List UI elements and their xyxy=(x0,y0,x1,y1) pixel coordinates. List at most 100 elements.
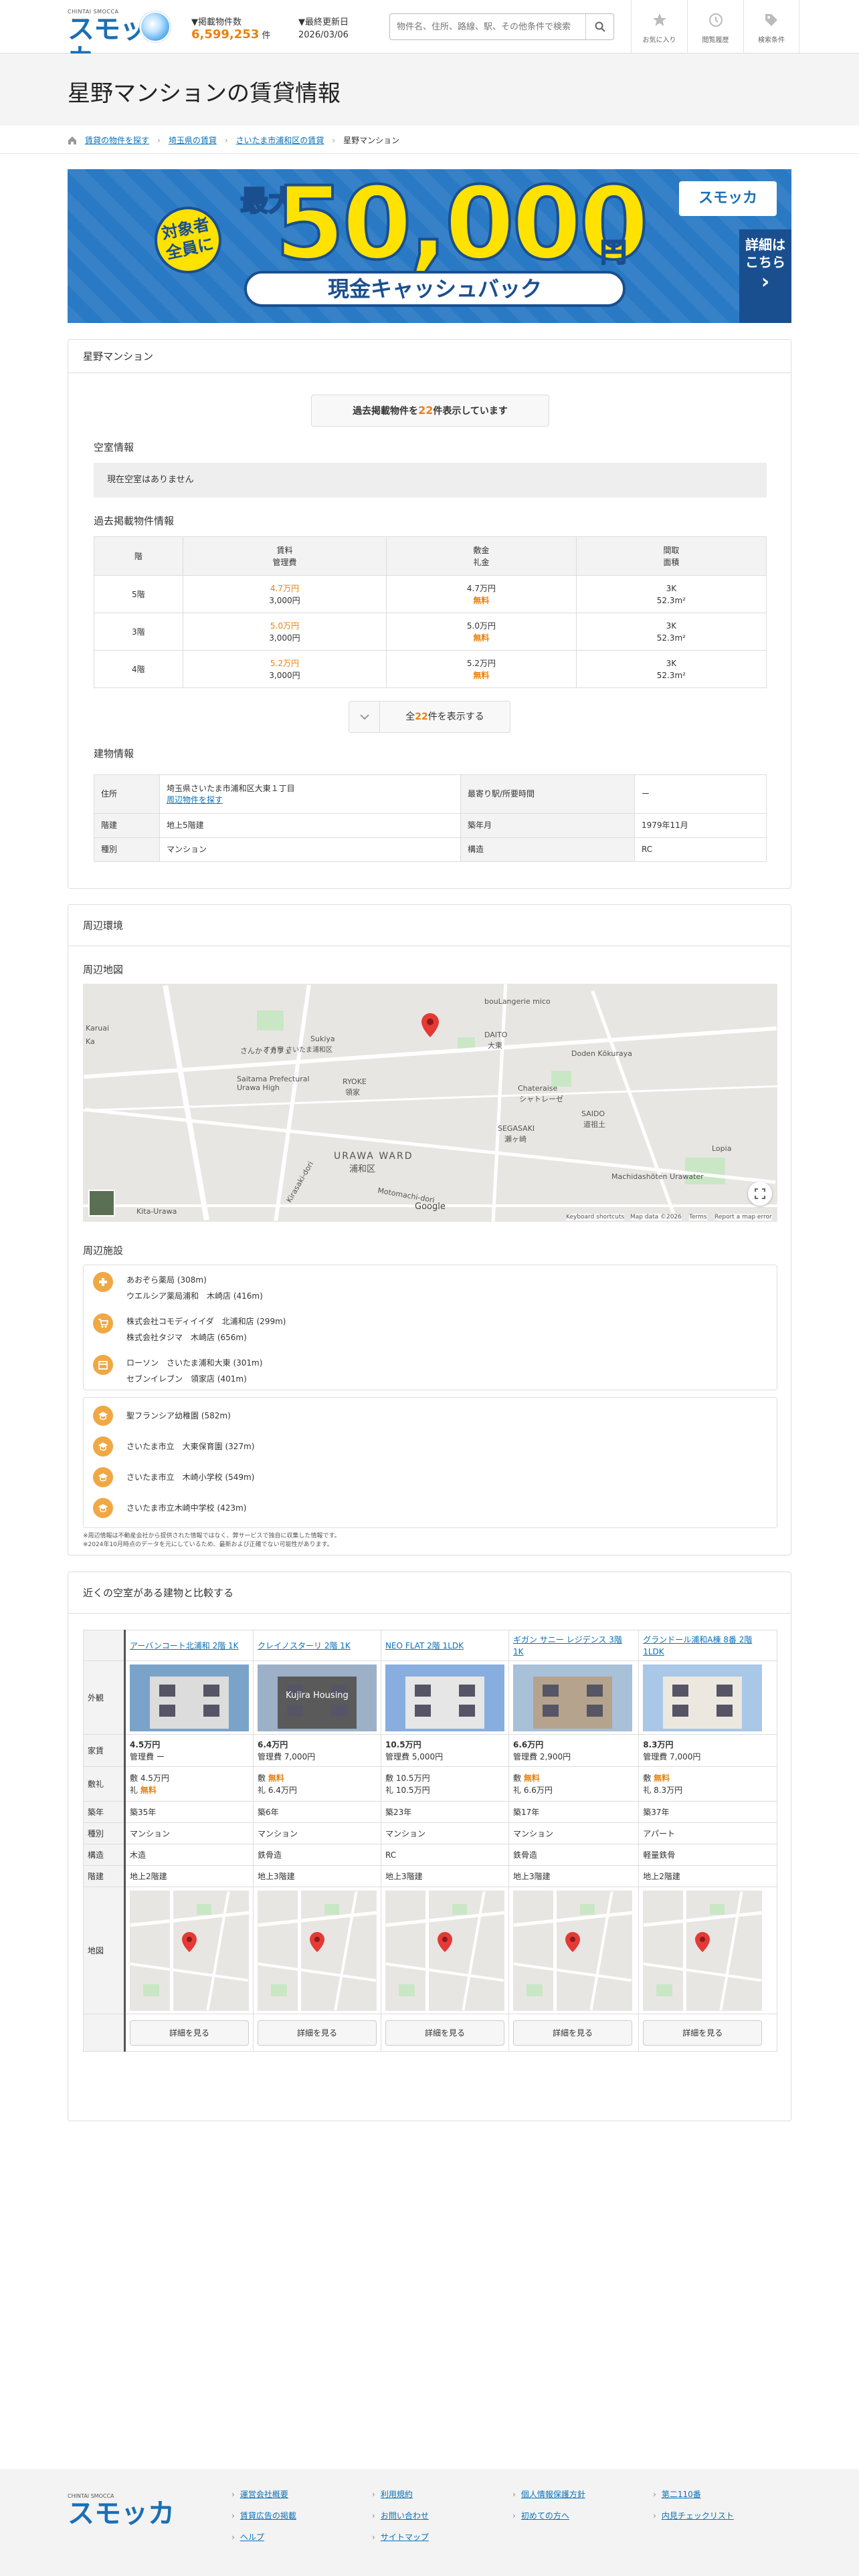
rei-value: 10.5万円 xyxy=(395,1785,430,1795)
view-details-button[interactable]: 詳細を見る xyxy=(258,2020,377,2046)
title-band: 星野マンションの賃貸情報 xyxy=(0,53,859,126)
building-photo[interactable] xyxy=(513,1664,632,1731)
search-button[interactable] xyxy=(585,14,613,39)
age-cell: 築35年 xyxy=(124,1801,254,1823)
breadcrumb-link-rentals[interactable]: 賃貸の物件を探す xyxy=(85,134,149,146)
type-cell: マンション xyxy=(124,1822,254,1844)
cell-rent: 5.2万円 3,000円 xyxy=(182,650,387,688)
footer-link[interactable]: お問い合わせ xyxy=(372,2505,429,2527)
breadcrumb-link-urawa[interactable]: さいたま市浦和区の賃貸 xyxy=(236,134,324,146)
view-details-button[interactable]: 詳細を見る xyxy=(130,2020,249,2046)
banner-amount: 50,000 xyxy=(274,169,650,282)
building-photo[interactable] xyxy=(643,1664,763,1731)
row-photo: 外観 Kujira Housing xyxy=(83,1660,777,1735)
station-value: ー xyxy=(634,774,767,814)
map-label: Karuai xyxy=(86,1024,110,1033)
mini-map[interactable] xyxy=(643,1890,763,2011)
map-label: SEGASAKI xyxy=(498,1124,535,1133)
poi-note: ※周辺情報は不動産会社から提供された情報ではなく、弊サービスで独自に収集した情報… xyxy=(83,1533,341,1539)
map-fullscreen-button[interactable] xyxy=(748,1182,772,1206)
table-row[interactable]: 4階 5.2万円 3,000円 5.2万円 無料 3K 52.3m² xyxy=(94,650,767,688)
shiki-value: 無料 xyxy=(268,1773,284,1783)
conditions-button[interactable]: 検索条件 xyxy=(743,0,799,53)
poi-line: あおぞら薬局 (308m) xyxy=(126,1275,207,1285)
floors-value: 地上5階建 xyxy=(159,813,461,838)
cell-deposit: 5.0万円 無料 xyxy=(386,613,577,651)
built-value: 1979年11月 xyxy=(634,813,767,838)
building-card: 星野マンション 過去掲載物件を22件表示しています 空室情報 現在空室はありませ… xyxy=(68,339,791,889)
floors-value: 地上3階建 xyxy=(385,1871,423,1881)
footer-col-1: 運営会社概要 賃貸広告の掲載 ヘルプ xyxy=(231,2484,296,2548)
chevron-right-icon: › xyxy=(157,135,161,145)
table-row[interactable]: 5階 4.7万円 3,000円 4.7万円 無料 3K 52.3m² xyxy=(94,575,767,613)
view-details-button[interactable]: 詳細を見る xyxy=(643,2020,763,2046)
footer-link[interactable]: 個人情報保護方針 xyxy=(512,2484,585,2505)
cell-floor: 5階 xyxy=(94,575,183,613)
footer-link[interactable]: 賃貸広告の掲載 xyxy=(231,2505,296,2527)
footer-link[interactable]: 初めての方へ xyxy=(512,2505,585,2527)
building-name-link[interactable]: クレイノスターリ 2階 1K xyxy=(258,1641,351,1650)
shiki-prefix: 敷 xyxy=(258,1773,266,1783)
map-satellite-toggle[interactable] xyxy=(88,1190,115,1216)
favorites-button[interactable]: お気に入り xyxy=(631,0,687,53)
mini-map[interactable] xyxy=(130,1890,249,2011)
footer-link[interactable]: ヘルプ xyxy=(231,2527,296,2548)
row-deposit: 敷礼敷 4.5万円礼 無料敷 無料礼 6.4万円敷 10.5万円礼 10.5万円… xyxy=(83,1766,777,1802)
map-cell xyxy=(638,1887,777,2014)
rent-cell: 4.5万円 管理費 ー xyxy=(124,1734,254,1767)
built-label: 築年月 xyxy=(460,813,635,838)
footer-link[interactable]: 第二110番 xyxy=(653,2484,734,2505)
struct-cell: 鉄骨造 xyxy=(508,1844,640,1866)
rent-value: 5.2万円 xyxy=(270,658,299,668)
school-icon xyxy=(93,1406,113,1426)
table-row[interactable]: 3階 5.0万円 3,000円 5.0万円 無料 3K 52.3m² xyxy=(94,613,767,651)
rei-value: 無料 xyxy=(140,1785,157,1795)
footer-link[interactable]: 内見チェックリスト xyxy=(653,2505,734,2527)
rei-prefix: 礼 xyxy=(258,1785,266,1795)
building-photo[interactable] xyxy=(385,1664,504,1731)
map-label: Kirasaki-dori xyxy=(284,1160,316,1204)
type-value: マンション xyxy=(513,1828,554,1838)
shiki-prefix: 敷 xyxy=(513,1773,522,1783)
favorites-label: お気に入り xyxy=(642,37,676,44)
struct-value: 鉄骨造 xyxy=(258,1850,282,1860)
map-report-link[interactable]: Report a map error xyxy=(714,1214,772,1220)
banner-details-button[interactable]: 詳細は こちら › xyxy=(739,229,791,323)
row-label: 築年 xyxy=(83,1801,126,1823)
breadcrumb-link-saitama[interactable]: 埼玉県の賃貸 xyxy=(169,134,217,146)
building-name-link[interactable]: グランドール浦和A棟 8番 2階 1LDK xyxy=(643,1635,752,1656)
history-button[interactable]: 閲覧履歴 xyxy=(687,0,743,53)
compare-table: アーバンコート北浦和 2階 1K クレイノスターリ 2階 1K NEO FLAT 2… xyxy=(83,1630,777,2052)
mini-map[interactable] xyxy=(385,1890,504,2011)
map-pin-icon[interactable] xyxy=(421,1013,439,1037)
type-cell: マンション xyxy=(381,1822,509,1844)
building-photo[interactable] xyxy=(130,1664,249,1731)
building-name-link[interactable]: ギガン サニー レジデンス 3階 1K xyxy=(513,1635,622,1656)
footer-link[interactable]: 運営会社概要 xyxy=(231,2484,296,2505)
cashback-banner[interactable]: 対象者 全員に 最大 50,000 円 現金キャッシュバック スモッカ 詳細は … xyxy=(68,169,791,323)
map-keyboard-shortcuts[interactable]: Keyboard shortcuts xyxy=(566,1214,625,1220)
cell-layout: 3K 52.3m² xyxy=(575,575,767,613)
history-label: 閲覧履歴 xyxy=(702,37,729,44)
poi-note: ※2024年10月時点のデータを元にしているため、最新および正確でない可能性があ… xyxy=(83,1541,333,1548)
search-input[interactable] xyxy=(390,14,577,39)
show-all-button[interactable]: 全22件を表示する xyxy=(349,701,510,733)
mini-map[interactable] xyxy=(258,1890,377,2011)
footer-logo[interactable]: CHINTAI SMOCCA スモッカ xyxy=(68,2493,175,2529)
photo-sign: Kujira Housing xyxy=(286,1690,349,1701)
footer-link[interactable]: サイトマップ xyxy=(372,2527,429,2548)
building-name-link[interactable]: アーバンコート北浦和 2階 1K xyxy=(130,1641,239,1650)
building-name-link[interactable]: NEO FLAT 2階 1LDK xyxy=(385,1641,464,1650)
nearby-properties-link[interactable]: 周辺物件を探す xyxy=(167,795,223,804)
map-heading: 周辺地図 xyxy=(83,964,124,976)
site-logo[interactable]: CHINTAI SMOCCA スモッカ xyxy=(68,9,171,74)
area-map[interactable]: さんかくカフェ bouLangerie mico Sukiya すき家 さいたま… xyxy=(83,984,777,1222)
footer-link[interactable]: 利用規約 xyxy=(372,2484,429,2505)
age-cell: 築17年 xyxy=(508,1801,640,1823)
map-terms-link[interactable]: Terms xyxy=(689,1214,707,1220)
view-details-button[interactable]: 詳細を見る xyxy=(513,2020,632,2046)
shiki-prefix: 敷 xyxy=(385,1773,394,1783)
view-details-button[interactable]: 詳細を見る xyxy=(385,2020,504,2046)
mini-map[interactable] xyxy=(513,1890,632,2011)
type-value: マンション xyxy=(130,1828,171,1838)
